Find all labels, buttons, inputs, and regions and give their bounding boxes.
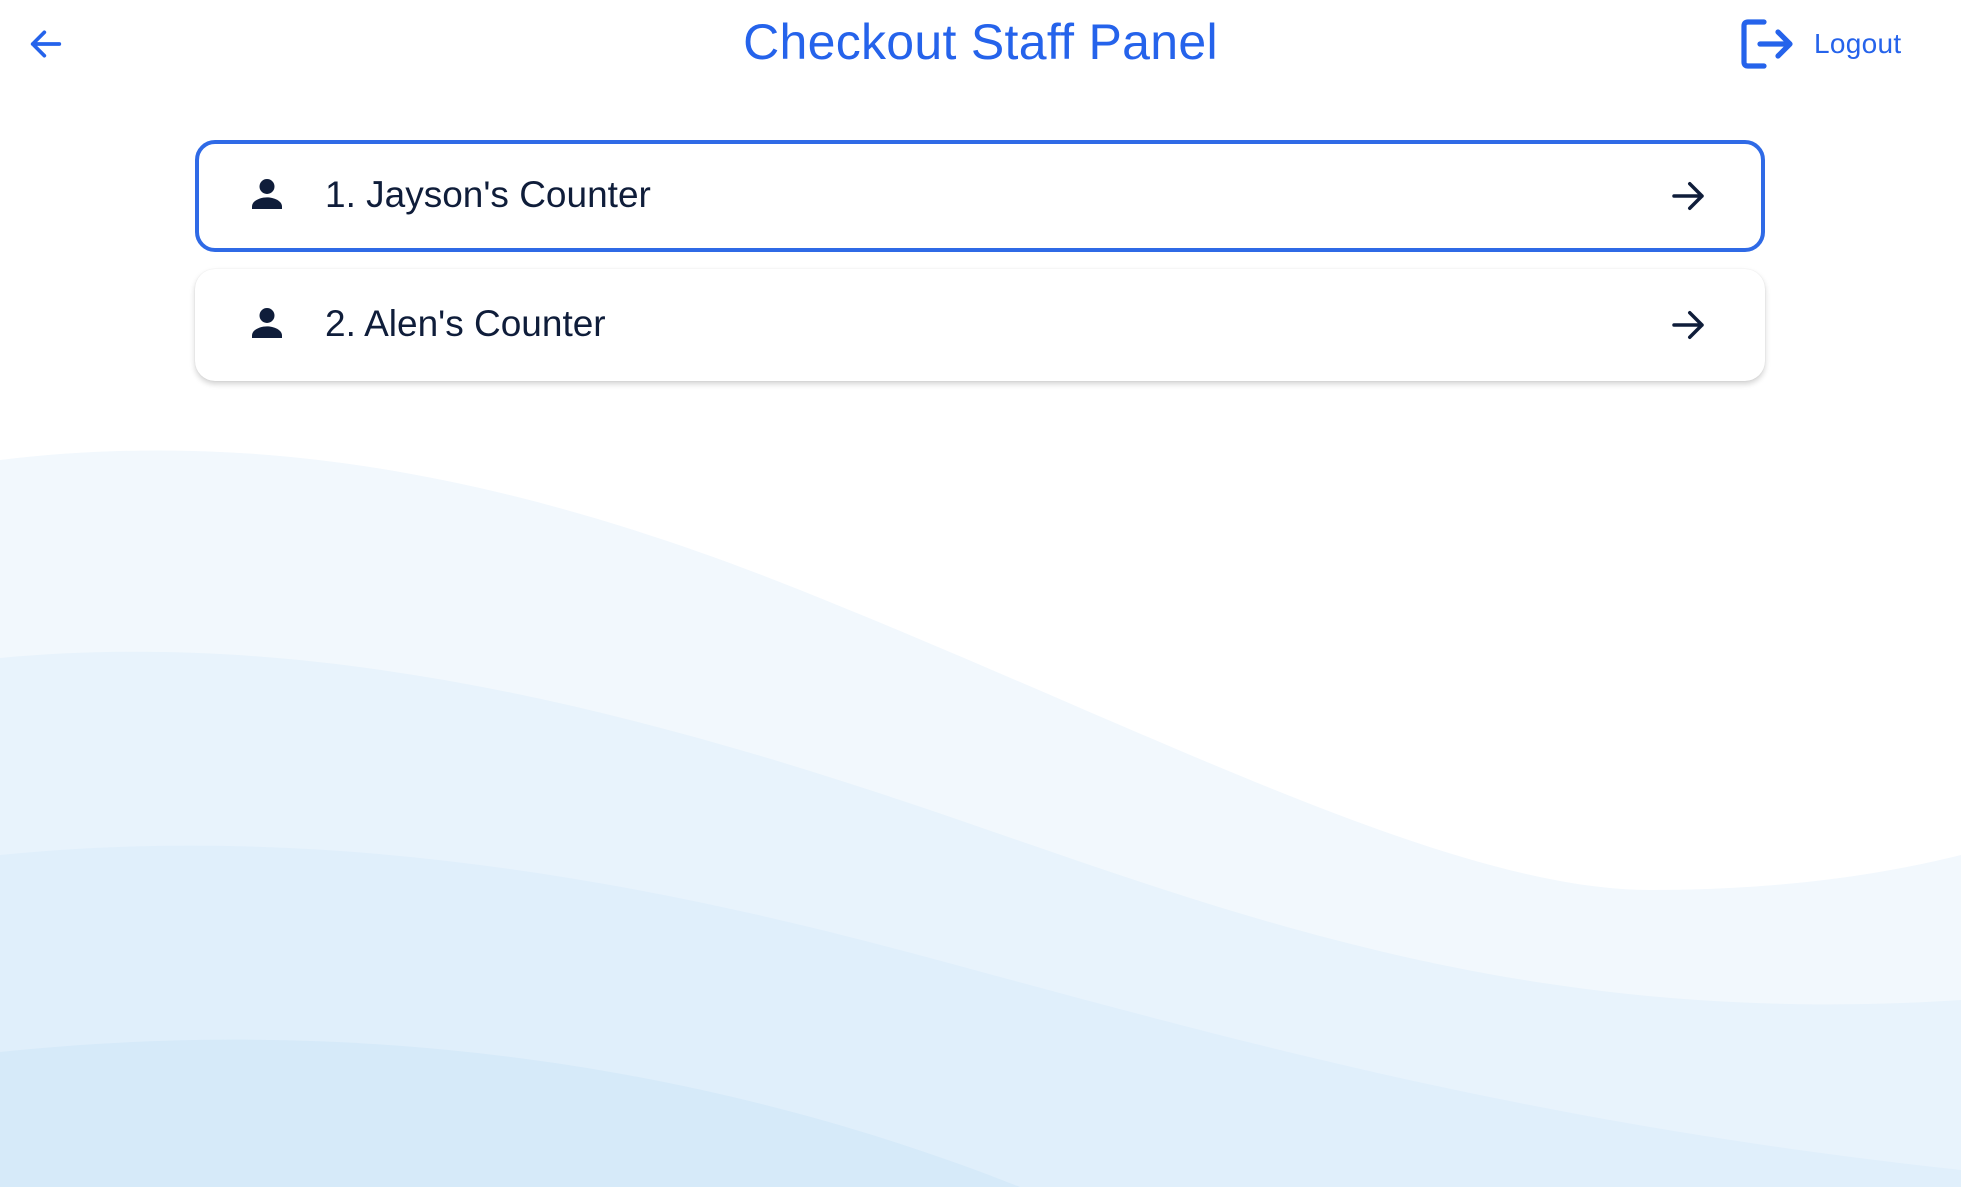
logout-icon (1741, 19, 1793, 69)
arrow-right-icon (1672, 182, 1704, 210)
counter-label: 2. Alen's Counter (325, 303, 606, 344)
counter-list: 1. Jayson's Counter 2. Alen's Counter (195, 140, 1765, 398)
arrow-right-icon (1672, 311, 1704, 339)
logout-button[interactable]: Logout (1740, 14, 1920, 74)
app-header: Checkout Staff Panel Logout (0, 0, 1961, 90)
counter-label: 1. Jayson's Counter (325, 174, 651, 215)
page-title: Checkout Staff Panel (743, 14, 1218, 70)
person-icon (252, 179, 282, 209)
person-icon (252, 308, 282, 338)
counter-item-jayson[interactable]: 1. Jayson's Counter (195, 140, 1765, 252)
logout-label: Logout (1814, 28, 1902, 59)
counter-item-alen[interactable]: 2. Alen's Counter (195, 269, 1765, 381)
